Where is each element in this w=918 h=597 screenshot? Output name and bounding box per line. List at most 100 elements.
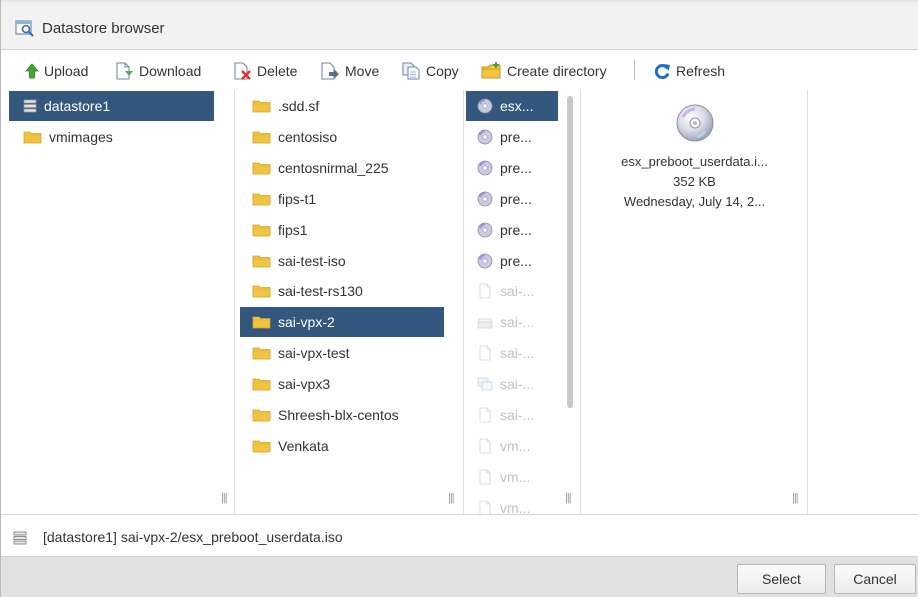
file-icon — [479, 283, 491, 299]
file-icon — [479, 345, 491, 361]
folder-label: centosnirmal_225 — [278, 159, 389, 176]
folder-item[interactable]: sai-vpx3 — [240, 369, 444, 399]
disc-icon — [477, 222, 493, 237]
file-label: pre... — [500, 252, 532, 269]
datastore-icon — [13, 531, 27, 545]
folder-item[interactable]: Venkata — [240, 431, 444, 461]
folder-icon — [252, 162, 271, 175]
datastore-list: datastore1 vmimages ||| — [1, 90, 235, 514]
delete-button[interactable]: Delete — [233, 61, 297, 81]
disk-icon — [477, 318, 493, 329]
datastore-item-datastore1[interactable]: datastore1 — [9, 91, 214, 121]
pane-resize-grip[interactable]: ||| — [448, 492, 455, 504]
folder-icon — [23, 131, 42, 144]
file-item[interactable]: esx... — [466, 91, 558, 121]
folder-icon — [252, 347, 271, 360]
upload-label: Upload — [44, 63, 89, 79]
datastore-label: vmimages — [49, 129, 113, 145]
datastore-item-vmimages[interactable]: vmimages — [9, 122, 214, 152]
pane-resize-grip[interactable]: ||| — [565, 492, 572, 504]
file-label: sai-... — [500, 345, 535, 362]
file-item[interactable]: sai-... — [466, 338, 558, 368]
file-label: sai-... — [500, 376, 535, 393]
toolbar-separator — [634, 60, 635, 80]
datastore-browser-dialog: Datastore browser Upload Download Delete — [0, 0, 918, 597]
file-label: pre... — [500, 128, 532, 145]
folder-item[interactable]: .sdd.sf — [240, 91, 444, 121]
folder-icon — [252, 224, 271, 236]
folder-item[interactable]: fips-t1 — [240, 184, 444, 214]
file-item[interactable]: sai-... — [466, 369, 558, 399]
file-item[interactable]: sai-... — [466, 307, 558, 337]
new-folder-icon — [481, 62, 501, 79]
copy-icon — [402, 62, 420, 80]
file-list: ||| esx... pre... pre... pre... pre... pre...… — [464, 90, 581, 516]
folder-icon — [252, 378, 271, 391]
datastore-label: datastore1 — [44, 98, 111, 114]
folder-item[interactable]: Shreesh-blx-centos — [240, 400, 444, 430]
upload-button[interactable]: Upload — [25, 61, 88, 81]
window-title: Datastore browser — [42, 20, 165, 37]
folder-label: fips-t1 — [278, 190, 317, 207]
select-button[interactable]: Select — [737, 564, 826, 594]
file-item[interactable]: vm... — [466, 462, 558, 492]
folder-item[interactable]: centosnirmal_225 — [240, 153, 444, 183]
folder-item[interactable]: centosiso — [240, 122, 444, 152]
delete-icon — [234, 62, 251, 80]
folder-label: sai-vpx-test — [278, 345, 350, 362]
file-item[interactable]: sai-... — [466, 276, 558, 306]
file-item[interactable]: pre... — [466, 246, 558, 276]
file-item[interactable]: vm... — [466, 431, 558, 461]
folder-item[interactable]: sai-vpx-2 — [240, 307, 444, 338]
folder-icon — [252, 285, 271, 298]
title-bar: Datastore browser — [1, 0, 918, 50]
folder-item[interactable]: fips1 — [240, 215, 444, 245]
folder-icon — [252, 193, 271, 206]
copy-button[interactable]: Copy — [401, 61, 459, 81]
file-modified-date: Wednesday, July 14, 2... — [623, 194, 766, 209]
toolbar: Upload Download Delete Move Copy Create … — [1, 50, 918, 90]
upload-icon — [25, 63, 39, 79]
file-icon — [479, 407, 491, 423]
file-label: sai-... — [500, 283, 535, 300]
move-button[interactable]: Move — [320, 61, 379, 81]
download-button[interactable]: Download — [114, 61, 201, 81]
create-directory-button[interactable]: Create directory — [481, 61, 607, 81]
folder-label: .sdd.sf — [278, 98, 320, 114]
file-details: esx_preboot_userdata.i... 352 KB Wednesd… — [581, 100, 808, 209]
folder-item[interactable]: sai-vpx-test — [240, 338, 444, 368]
folder-label: sai-vpx-2 — [278, 314, 335, 331]
file-label: sai-... — [500, 407, 535, 423]
dialog-footer: Select Cancel — [1, 556, 918, 597]
pane-resize-grip[interactable]: ||| — [792, 492, 799, 504]
file-item[interactable]: pre... — [466, 153, 558, 183]
disc-icon — [477, 253, 493, 268]
refresh-button[interactable]: Refresh — [653, 61, 725, 81]
copy-label: Copy — [426, 63, 459, 79]
delete-label: Delete — [257, 63, 298, 79]
folder-list: ||| .sdd.sf centosiso centosnirmal_225fips… — [235, 90, 464, 514]
folder-icon — [252, 440, 271, 453]
disc-icon — [477, 160, 493, 176]
folder-item[interactable]: sai-test-rs130 — [240, 276, 444, 306]
file-item[interactable]: pre... — [466, 122, 558, 152]
pane-resize-grip[interactable]: ||| — [221, 492, 228, 504]
move-label: Move — [345, 63, 380, 79]
folder-label: sai-test-iso — [278, 252, 346, 269]
file-item[interactable]: pre... — [466, 184, 558, 214]
path-bar: [datastore1] sai-vpx-2/esx_preboot_userd… — [1, 514, 918, 556]
folder-icon — [252, 255, 271, 267]
disc-image-icon — [676, 104, 713, 142]
folder-label: centosiso — [278, 128, 338, 145]
folder-icon — [252, 409, 271, 422]
create-directory-label: Create directory — [507, 63, 607, 79]
datastore-browser-icon — [15, 20, 34, 37]
file-item[interactable]: sai-... — [466, 400, 558, 430]
file-item[interactable]: pre... — [466, 215, 558, 245]
file-list-scrollbar[interactable] — [567, 96, 573, 408]
folder-item[interactable]: sai-test-iso — [240, 246, 444, 276]
disc-icon — [477, 191, 493, 207]
disc-icon — [477, 98, 493, 114]
cancel-button[interactable]: Cancel — [834, 564, 916, 594]
datastore-icon — [23, 99, 37, 113]
